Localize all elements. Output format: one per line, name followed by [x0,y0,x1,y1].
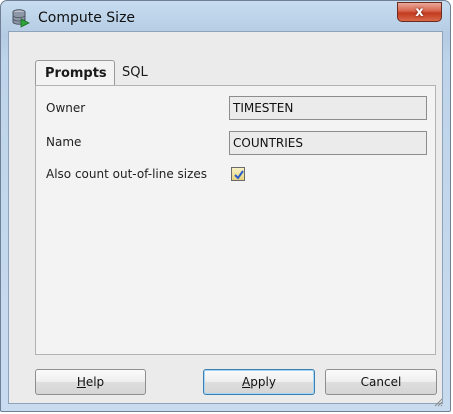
tab-prompts-label: Prompts [45,66,107,81]
close-icon: x [415,4,424,20]
tab-sql[interactable]: SQL [122,60,162,85]
owner-label: Owner [46,101,86,115]
tab-prompts[interactable]: Prompts [35,60,115,85]
name-label: Name [46,135,82,149]
help-button-label-rest: elp [85,375,105,389]
database-compute-icon [12,9,30,28]
title-bar[interactable]: Compute Size x [1,1,450,35]
apply-button[interactable]: Apply [203,369,315,395]
cancel-button-label: Cancel [360,375,402,389]
outofline-label: Also count out-of-line sizes [46,167,208,181]
help-mnemonic: H [76,375,86,389]
owner-field[interactable]: TIMESTEN [229,96,427,120]
close-button[interactable]: x [397,2,442,22]
cancel-button[interactable]: Cancel [325,369,437,395]
window-title: Compute Size [38,10,136,26]
resize-grip-icon[interactable] [433,396,443,407]
name-field[interactable]: COUNTRIES [229,131,427,155]
check-icon [234,170,244,180]
prompts-panel [35,85,436,355]
apply-button-label-rest: pply [250,375,276,389]
outofline-checkbox[interactable] [231,167,245,181]
tab-sql-label: SQL [122,65,148,80]
help-button[interactable]: Help [35,369,146,395]
